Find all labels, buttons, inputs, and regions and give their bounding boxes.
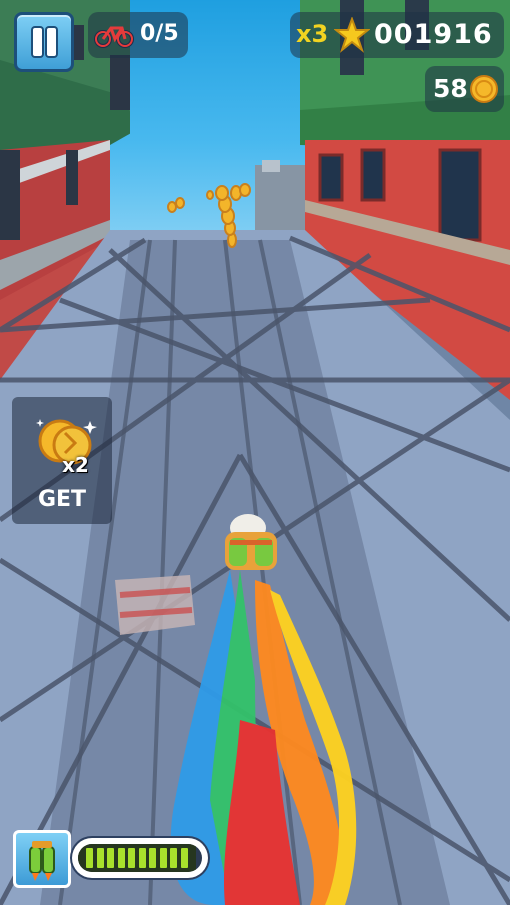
- bicycle-icon: [94, 26, 134, 48]
- jetpack-timer-fill: [78, 844, 196, 872]
- score-value: 001916: [374, 19, 493, 50]
- get-button-label: GET: [37, 487, 87, 512]
- pause-icon: [33, 28, 42, 56]
- star-icon: [334, 17, 370, 53]
- jetpack-timer-segment: [138, 848, 146, 868]
- score-panel: x3 001916: [290, 12, 504, 58]
- jetpack-timer-segment: [149, 848, 156, 868]
- pause-button[interactable]: [14, 12, 74, 72]
- jetpack-icon: [29, 841, 55, 881]
- jetpack-timer-segment: [96, 848, 104, 868]
- double-coins-offer[interactable]: x2 GET: [12, 397, 112, 524]
- mission-counter: 0/5: [88, 12, 188, 58]
- jetpack-timer-segment: [128, 848, 135, 868]
- jetpack-timer-segment: [170, 848, 177, 868]
- jetpack-timer-segment: [86, 848, 93, 868]
- score-multiplier: x3: [296, 20, 329, 48]
- jetpack-timer-segment: [107, 848, 114, 868]
- jetpack-timer-segment: [117, 848, 125, 868]
- jetpack-timer-bar: [72, 838, 208, 878]
- jetpack-powerup-icon-box: [13, 830, 71, 888]
- coin-counter: 58: [425, 66, 504, 112]
- mission-progress: 0/5: [140, 21, 179, 46]
- coin-icon: [470, 75, 498, 103]
- jetpack-timer-segment: [159, 848, 167, 868]
- multiplier-badge: x2: [62, 453, 89, 477]
- jetpack-timer-segment: [180, 848, 188, 868]
- coin-count: 58: [433, 74, 468, 103]
